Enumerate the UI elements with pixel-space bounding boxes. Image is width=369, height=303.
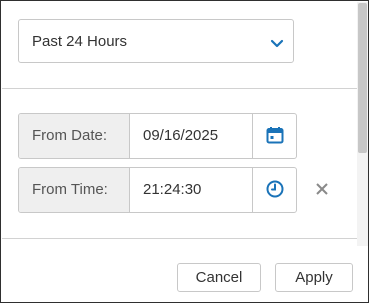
calendar-button[interactable] bbox=[252, 114, 296, 158]
footer-divider bbox=[2, 238, 357, 239]
date-range-panel: Past 24 Hours From Date: 09/16/2025 From… bbox=[0, 0, 369, 303]
from-date-field: From Date: 09/16/2025 bbox=[18, 113, 297, 159]
clock-button[interactable] bbox=[252, 168, 296, 212]
scrollbar-thumb[interactable] bbox=[358, 3, 367, 153]
from-time-label: From Time: bbox=[19, 168, 130, 212]
chevron-down-icon bbox=[270, 36, 284, 48]
apply-button[interactable]: Apply bbox=[275, 263, 353, 292]
cancel-button[interactable]: Cancel bbox=[177, 263, 261, 292]
from-date-input[interactable]: 09/16/2025 bbox=[143, 127, 218, 144]
time-range-value: Past 24 Hours bbox=[32, 33, 128, 50]
from-time-input[interactable]: 21:24:30 bbox=[143, 181, 201, 198]
time-range-select[interactable]: Past 24 Hours bbox=[18, 19, 294, 63]
close-icon[interactable] bbox=[314, 181, 330, 197]
from-time-field: From Time: 21:24:30 bbox=[18, 167, 297, 213]
from-date-label: From Date: bbox=[19, 114, 130, 158]
clock-icon bbox=[266, 180, 284, 198]
calendar-icon bbox=[266, 127, 284, 144]
section-divider bbox=[2, 88, 357, 89]
